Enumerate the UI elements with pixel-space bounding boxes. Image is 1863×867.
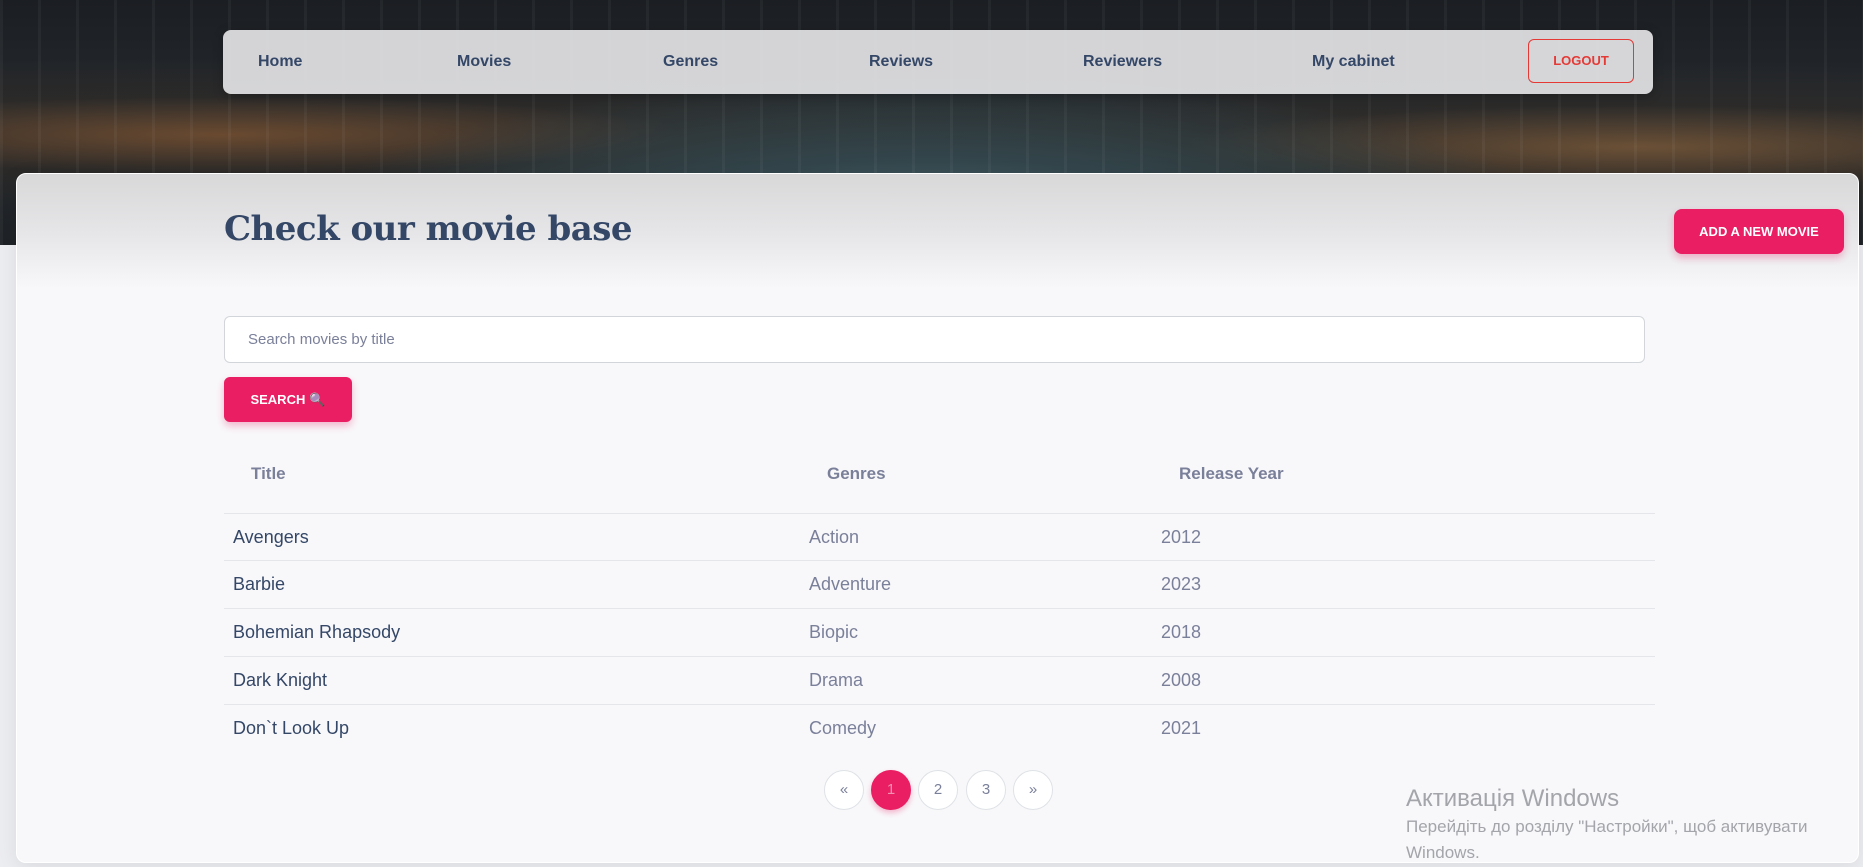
page-title: Check our movie base xyxy=(224,209,633,249)
pagination-prev-button[interactable]: « xyxy=(824,770,864,810)
watermark-title: Активація Windows xyxy=(1406,785,1620,812)
movie-year: 2021 xyxy=(1161,718,1202,738)
table-row[interactable]: Dark Knight Drama 2008 xyxy=(224,656,1655,703)
pagination-page-3[interactable]: 3 xyxy=(966,770,1006,810)
movie-genre: Action xyxy=(809,527,860,547)
table-row[interactable]: Barbie Adventure 2023 xyxy=(224,560,1655,607)
logout-button[interactable]: Logout xyxy=(1528,39,1634,83)
movie-title: Don`t Look Up xyxy=(233,718,350,738)
movie-title: Dark Knight xyxy=(233,670,328,690)
column-header-release-year: Release Year xyxy=(1179,464,1284,483)
pagination-page-1[interactable]: 1 xyxy=(871,770,911,810)
movie-year: 2012 xyxy=(1161,527,1202,547)
watermark-line-2: Windows. xyxy=(1406,843,1480,862)
movie-genre: Comedy xyxy=(809,718,877,738)
main-card: Check our movie base Add a new movie Sea… xyxy=(16,173,1859,863)
table-row[interactable]: Bohemian Rhapsody Biopic 2018 xyxy=(224,608,1655,655)
navbar: Home Movies Genres Reviews Reviewers My … xyxy=(223,30,1653,94)
movie-genre: Adventure xyxy=(809,574,892,594)
search-button-label: Search xyxy=(250,392,306,407)
add-movie-button[interactable]: Add a new movie xyxy=(1674,209,1844,254)
watermark-line-1: Перейдіть до розділу "Настройки", щоб ак… xyxy=(1406,817,1808,836)
pagination-page-2[interactable]: 2 xyxy=(918,770,958,810)
nav-my-cabinet-link[interactable]: My cabinet xyxy=(1312,30,1395,94)
nav-genres-link[interactable]: Genres xyxy=(663,30,718,94)
movie-title: Bohemian Rhapsody xyxy=(233,622,401,642)
movie-genre: Biopic xyxy=(809,622,859,642)
movie-genre: Drama xyxy=(809,670,864,690)
table-row[interactable]: Avengers Action 2012 xyxy=(224,513,1655,560)
movie-title: Barbie xyxy=(233,574,286,594)
nav-reviewers-link[interactable]: Reviewers xyxy=(1083,30,1162,94)
column-header-title: Title xyxy=(251,464,286,483)
movie-title: Avengers xyxy=(233,527,309,547)
column-header-genres: Genres xyxy=(827,464,886,483)
movie-year: 2023 xyxy=(1161,574,1202,594)
search-icon: 🔍 xyxy=(309,392,326,407)
search-input[interactable] xyxy=(224,316,1645,363)
nav-reviews-link[interactable]: Reviews xyxy=(869,30,933,94)
movie-year: 2008 xyxy=(1161,670,1202,690)
windows-activation-watermark: Активація Windows Перейдіть до розділу "… xyxy=(1406,785,1808,865)
nav-home-link[interactable]: Home xyxy=(258,30,302,94)
pagination-next-button[interactable]: » xyxy=(1013,770,1053,810)
movie-year: 2018 xyxy=(1161,622,1202,642)
search-button[interactable]: Search 🔍 xyxy=(224,377,352,422)
nav-movies-link[interactable]: Movies xyxy=(457,30,511,94)
table-row[interactable]: Don`t Look Up Comedy 2021 xyxy=(224,704,1655,751)
